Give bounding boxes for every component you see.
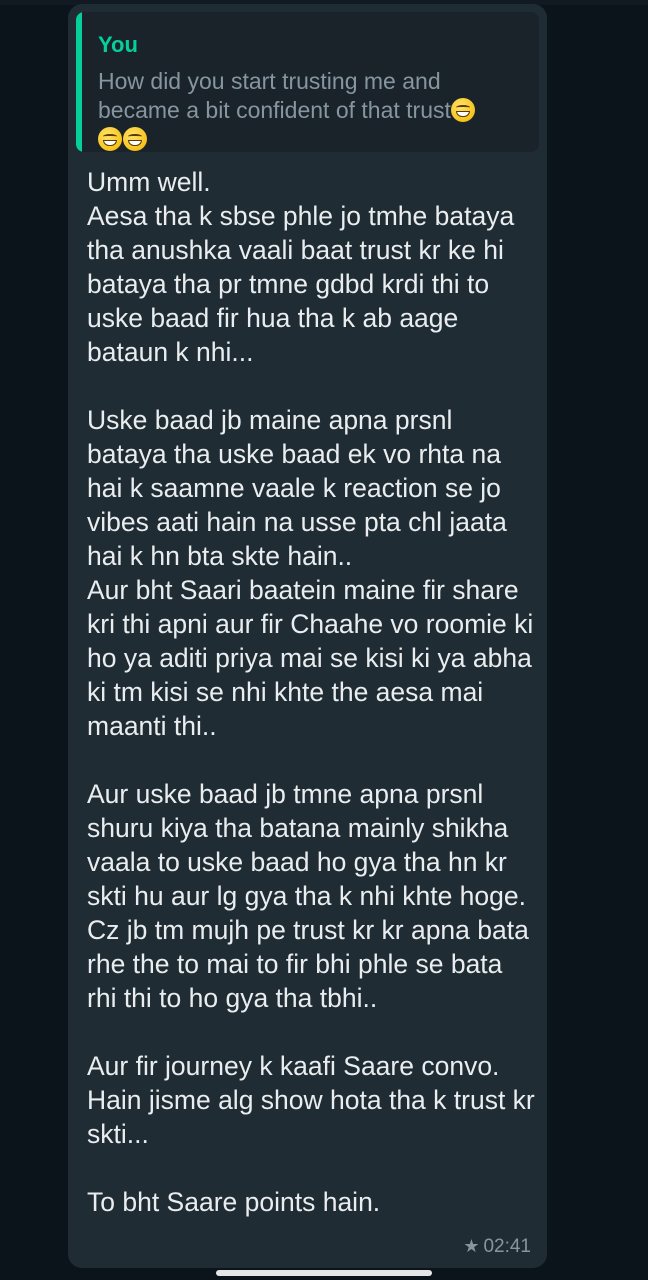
quoted-text: How did you start trusting me and became… [98,68,451,123]
grinning-sweat-emoji-icon [98,127,122,151]
message-text: Umm well. Aesa tha k sbse phle jo tmhe b… [87,167,535,1217]
message-bubble[interactable]: You How did you start trusting me and be… [68,4,547,1268]
message-meta: ★ 02:41 [463,1235,531,1258]
home-indicator[interactable] [216,1270,432,1276]
quoted-sender: You [98,32,138,57]
quote-accent-bar [76,12,82,152]
grinning-sweat-emoji-icon [123,127,147,151]
star-icon: ★ [463,1236,480,1256]
message-time: 02:41 [483,1236,531,1257]
grinning-sweat-emoji-icon [450,98,475,122]
quoted-message[interactable]: You How did you start trusting me and be… [76,12,539,152]
quoted-text-container: How did you start trusting me and became… [98,67,528,152]
